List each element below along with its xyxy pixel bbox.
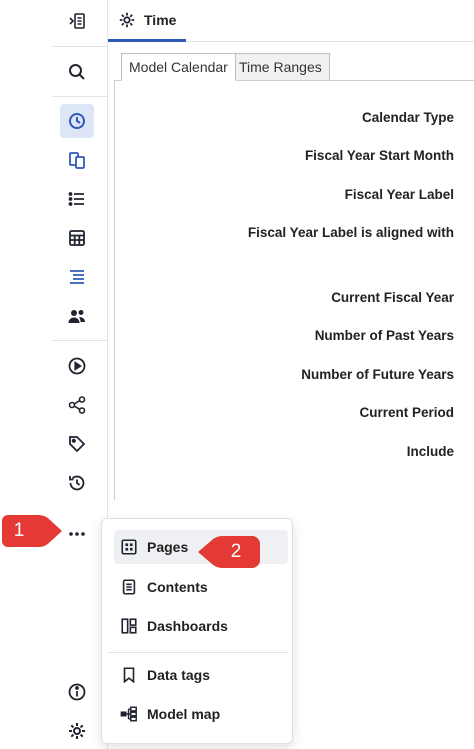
expand-sidebar-button[interactable] <box>60 4 94 38</box>
callout-1-number: 1 <box>13 520 25 541</box>
model-map-icon <box>120 706 137 722</box>
menu-item-dashboards[interactable]: Dashboards <box>114 609 288 643</box>
current-fiscal-year-label: Current Fiscal Year <box>331 290 454 305</box>
tags-button[interactable] <box>60 427 94 461</box>
actions-button[interactable] <box>60 349 94 383</box>
info-button[interactable] <box>60 675 94 709</box>
list-button[interactable] <box>60 182 94 216</box>
fiscal-year-start-month-label: Fiscal Year Start Month <box>304 148 454 163</box>
search-button[interactable] <box>60 55 94 89</box>
menu-item-data-tags[interactable]: Data tags <box>114 658 288 692</box>
line-items-button[interactable] <box>60 260 94 294</box>
share-icon <box>68 396 86 414</box>
history-icon <box>69 475 85 491</box>
menu-item-pages-label: Pages <box>147 539 189 555</box>
contents-icon <box>122 579 136 595</box>
grid-icon <box>69 230 85 246</box>
tag-icon <box>69 436 86 453</box>
gear-icon <box>119 12 135 27</box>
more-icon <box>69 532 85 536</box>
header-bar: Time <box>108 0 474 42</box>
tab-time-ranges[interactable]: Time Ranges <box>231 53 330 81</box>
users-button[interactable] <box>60 299 94 333</box>
list-icon <box>68 192 84 206</box>
versions-button[interactable] <box>60 143 94 177</box>
calendar-type-label: Calendar Type <box>361 110 454 125</box>
menu-item-contents[interactable]: Contents <box>114 570 288 604</box>
menu-item-dashboards-label: Dashboards <box>147 618 228 634</box>
number-of-future-years-label: Number of Future Years <box>301 367 454 382</box>
grid-button[interactable] <box>60 221 94 255</box>
settings-button[interactable] <box>60 714 94 748</box>
callout-2: 2 <box>196 532 262 572</box>
callout-2-number: 2 <box>230 541 242 562</box>
fiscal-year-label-label: Fiscal Year Label <box>344 187 454 202</box>
dashboards-icon <box>121 618 137 634</box>
menu-item-data-tags-label: Data tags <box>147 667 211 683</box>
lines-icon <box>70 270 84 284</box>
history-button[interactable] <box>60 466 94 500</box>
callout-1: 1 <box>0 512 64 550</box>
tab-model-calendar[interactable]: Model Calendar <box>121 53 236 81</box>
tab-time-label: Time <box>144 11 177 28</box>
time-icon <box>69 113 85 129</box>
current-period-label: Current Period <box>359 405 454 420</box>
menu-item-model-map[interactable]: Model map <box>114 697 288 731</box>
number-of-past-years-label: Number of Past Years <box>314 328 454 343</box>
share-button[interactable] <box>60 388 94 422</box>
tab-time[interactable]: Time <box>108 0 186 42</box>
pages-icon <box>121 539 137 555</box>
more-button[interactable] <box>60 517 94 551</box>
expand-sidebar-icon <box>69 13 85 29</box>
info-icon <box>68 683 86 701</box>
settings-icon <box>69 723 85 739</box>
copy-icon <box>69 152 85 169</box>
bookmark-icon <box>123 667 135 684</box>
time-button[interactable] <box>60 104 94 138</box>
menu-item-model-map-label: Model map <box>147 706 221 722</box>
menu-item-contents-label: Contents <box>147 579 208 595</box>
include-label: Include <box>406 444 454 459</box>
users-icon <box>68 310 85 323</box>
play-icon <box>68 357 86 375</box>
fiscal-year-label-aligned-label: Fiscal Year Label is aligned with <box>247 225 454 240</box>
search-icon <box>69 64 85 80</box>
icon-rail <box>0 0 108 749</box>
